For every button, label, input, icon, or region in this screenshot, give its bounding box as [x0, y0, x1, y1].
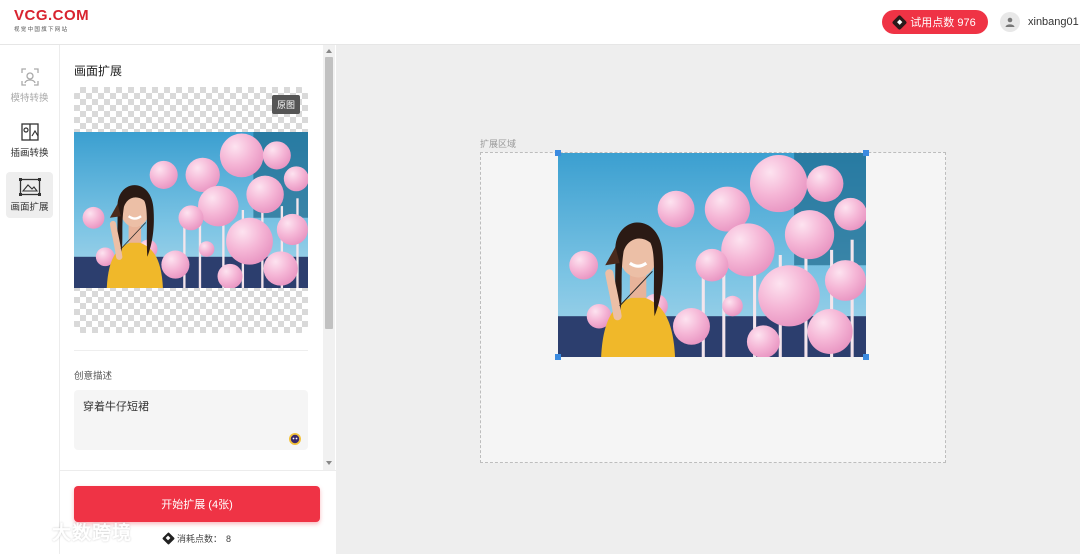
panel-footer-divider — [60, 470, 336, 471]
rail-item-illustration-swap[interactable]: 插画转换 — [6, 117, 53, 163]
original-photo — [74, 132, 308, 288]
description-label: 创意描述 — [74, 371, 113, 382]
logo-subtitle: 视觉中国旗下网站 — [14, 27, 69, 33]
canvas-photo[interactable] — [558, 153, 866, 357]
resize-handle-top-left[interactable] — [555, 150, 561, 156]
vcg-logo[interactable]: VCG.COM 视觉中国旗下网站 — [14, 7, 90, 34]
watermark-logo-icon — [11, 523, 45, 540]
rail-item-image-expand[interactable]: 画面扩展 — [6, 172, 53, 218]
resize-handle-bottom-right[interactable] — [863, 354, 869, 360]
user-menu[interactable]: xinbang01 — [1000, 12, 1079, 32]
description-value[interactable]: 穿着牛仔短裙 — [83, 398, 149, 414]
resize-handle-bottom-left[interactable] — [555, 354, 561, 360]
rail-item-label: 模特转换 — [10, 92, 49, 104]
diamond-point-icon: ◆ — [892, 14, 908, 30]
description-input[interactable]: 穿着牛仔短裙 — [74, 390, 308, 450]
cost-info: ◆ 消耗点数： 8 — [162, 532, 232, 545]
ai-assist-icon[interactable] — [288, 432, 302, 446]
logo-text: VCG.COM — [14, 7, 90, 24]
illustration-swap-icon — [20, 122, 39, 141]
resize-handle-top-right[interactable] — [863, 150, 869, 156]
tool-rail: 模特转换 插画转换 画面扩展 — [0, 45, 60, 554]
rail-item-label: 画面扩展 — [10, 201, 49, 213]
divider — [74, 350, 308, 351]
expand-area-label: 扩展区域 — [480, 139, 517, 149]
start-expand-button[interactable]: 开始扩展 (4张) — [74, 486, 320, 522]
user-avatar-icon[interactable] — [1000, 12, 1020, 32]
scroll-thumb[interactable] — [325, 57, 333, 329]
original-image-preview[interactable]: 原图 — [74, 87, 308, 333]
scroll-up-icon[interactable] — [326, 49, 332, 53]
scroll-down-icon[interactable] — [326, 461, 332, 465]
username[interactable]: xinbang01 — [1028, 16, 1079, 28]
panel-title: 画面扩展 — [74, 64, 123, 78]
rail-item-label: 插画转换 — [10, 147, 49, 159]
watermark: 大数跨境 — [8, 518, 132, 545]
top-header: VCG.COM 视觉中国旗下网站 ◆ 试用点数 976 xinbang01 — [0, 0, 1080, 45]
original-tag[interactable]: 原图 — [271, 95, 300, 114]
cost-label: 消耗点数： — [177, 534, 223, 544]
panel-scrollbar[interactable] — [323, 45, 335, 470]
trial-points-label: 试用点数 976 — [910, 17, 976, 29]
watermark-text: 大数跨境 — [52, 523, 133, 544]
settings-panel: 画面扩展 原图 创意描述 穿着牛仔短裙 开始扩展 (4张) ◆ 消耗点数： 8 — [60, 45, 336, 554]
cost-value: 8 — [226, 533, 232, 544]
image-expand-icon — [18, 177, 41, 196]
rail-item-model-swap[interactable]: 模特转换 — [6, 62, 53, 108]
diamond-point-icon: ◆ — [162, 532, 175, 545]
model-swap-icon — [20, 67, 39, 86]
trial-points-button[interactable]: ◆ 试用点数 976 — [882, 10, 988, 34]
